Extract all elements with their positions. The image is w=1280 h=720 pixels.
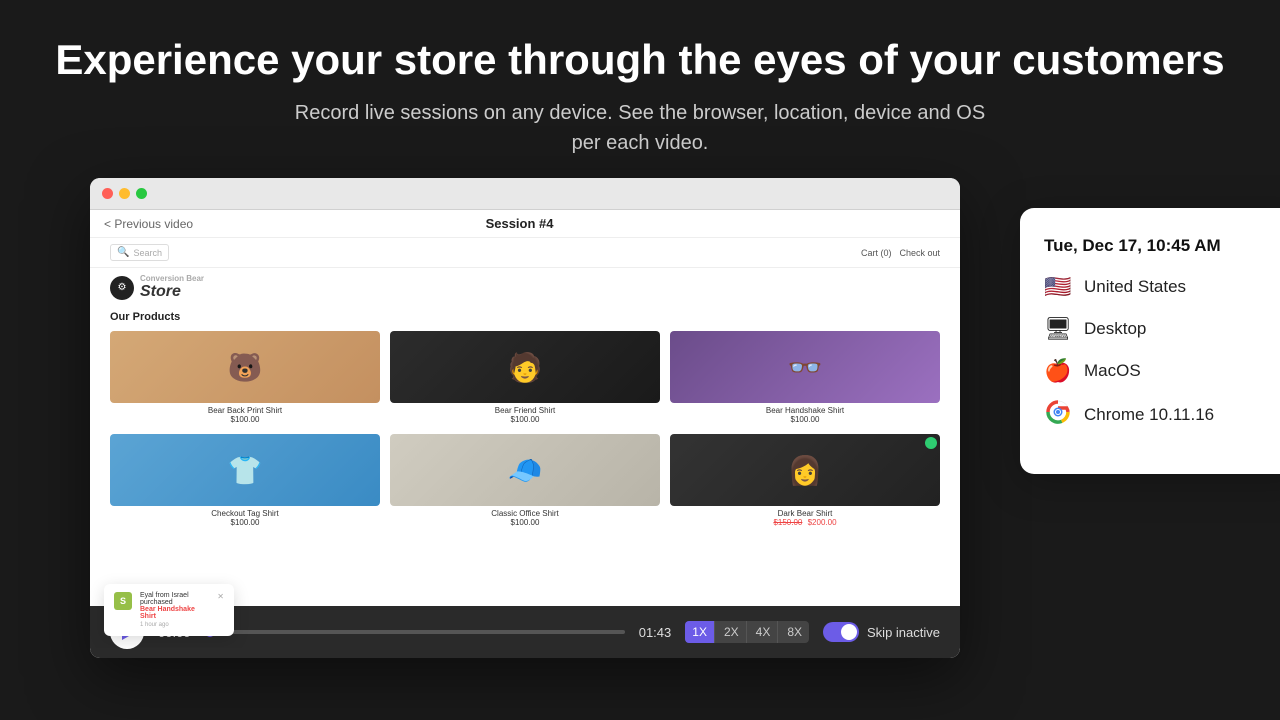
info-row-country: 🇺🇸 United States: [1044, 274, 1280, 300]
product-card[interactable]: 👓 Bear Handshake Shirt $100.00: [670, 331, 940, 424]
product-image-2: 🧑: [390, 331, 660, 403]
info-row-browser: Chrome 10.11.16: [1044, 400, 1280, 430]
hero-section: Experience your store through the eyes o…: [0, 0, 1280, 178]
speed-8x[interactable]: 8X: [780, 621, 809, 643]
product-image-1: 🐻: [110, 331, 380, 403]
toast-main-text: Eyal from Israel purchased: [140, 592, 209, 606]
session-datetime: Tue, Dec 17, 10:45 AM: [1044, 236, 1280, 256]
time-end: 01:43: [639, 625, 672, 640]
toast-product-link[interactable]: Bear Handshake Shirt: [140, 606, 209, 620]
info-row-device: 🖥 Desktop: [1044, 316, 1280, 342]
product-name-3: Bear Handshake Shirt: [670, 406, 940, 415]
hero-subtitle: Record live sessions on any device. See …: [290, 98, 990, 158]
hero-title: Experience your store through the eyes o…: [20, 36, 1260, 84]
info-row-os: 🍎 MacOS: [1044, 358, 1280, 384]
speed-2x[interactable]: 2X: [717, 621, 747, 643]
product-card[interactable]: 👩 Dark Bear Shirt $150.00 $200.00: [670, 434, 940, 527]
store-logo-icon: ⚙: [110, 276, 134, 300]
product-image-6: 👩: [670, 434, 940, 506]
product-card[interactable]: 🧢 Classic Office Shirt $100.00: [390, 434, 660, 527]
product-card[interactable]: 🐻 Bear Back Print Shirt $100.00: [110, 331, 380, 424]
apple-icon: 🍎: [1044, 358, 1072, 384]
shopify-icon: S: [114, 592, 132, 610]
product-price-6: $150.00 $200.00: [670, 518, 940, 527]
sale-badge: [925, 437, 937, 449]
product-price-1: $100.00: [110, 415, 380, 424]
store-header: 🔍 Search Cart (0) Check out: [90, 238, 960, 268]
os-label: MacOS: [1084, 361, 1141, 381]
store-search[interactable]: 🔍 Search: [110, 244, 169, 261]
product-name-2: Bear Friend Shirt: [390, 406, 660, 415]
product-card[interactable]: 👕 Checkout Tag Shirt $100.00: [110, 434, 380, 527]
product-image-4: 👕: [110, 434, 380, 506]
product-price-2: $100.00: [390, 415, 660, 424]
product-image-5: 🧢: [390, 434, 660, 506]
products-heading: Our Products: [110, 311, 940, 323]
product-name-4: Checkout Tag Shirt: [110, 509, 380, 518]
browser-window: < Previous video Session #4 🔍 Search Car…: [90, 178, 960, 658]
device-label: Desktop: [1084, 319, 1146, 339]
country-label: United States: [1084, 277, 1186, 297]
skip-inactive-toggle[interactable]: [823, 622, 859, 642]
product-name-5: Classic Office Shirt: [390, 509, 660, 518]
product-price-4: $100.00: [110, 518, 380, 527]
product-card[interactable]: 🧑 Bear Friend Shirt $100.00: [390, 331, 660, 424]
progress-bar[interactable]: [205, 630, 625, 634]
info-panel: Tue, Dec 17, 10:45 AM 🇺🇸 United States 🖥…: [1020, 208, 1280, 474]
chrome-icon: [1044, 400, 1072, 430]
cart-label[interactable]: Cart (0): [861, 248, 892, 258]
toggle-knob: [841, 624, 857, 640]
toast-close-button[interactable]: ✕: [217, 592, 224, 601]
skip-label: Skip inactive: [867, 625, 940, 640]
store-logo-text: Conversion Bear Store: [140, 274, 204, 301]
speed-controls: 1X 2X 4X 8X: [685, 621, 809, 643]
store-content: 🔍 Search Cart (0) Check out ⚙ Conversion…: [90, 238, 960, 648]
toast-time: 1 hour ago: [140, 622, 209, 628]
flag-icon: 🇺🇸: [1044, 274, 1072, 300]
product-name-1: Bear Back Print Shirt: [110, 406, 380, 415]
skip-inactive-area: Skip inactive: [823, 622, 940, 642]
search-text: Search: [133, 248, 162, 258]
prev-video-link[interactable]: < Previous video: [104, 217, 193, 231]
traffic-light-green[interactable]: [136, 188, 147, 199]
product-price-5: $100.00: [390, 518, 660, 527]
speed-4x[interactable]: 4X: [749, 621, 779, 643]
products-grid: 🐻 Bear Back Print Shirt $100.00 🧑 Bear F…: [110, 331, 940, 527]
store-products-section: Our Products 🐻 Bear Back Print Shirt $10…: [90, 307, 960, 531]
session-title: Session #4: [486, 216, 554, 231]
desktop-icon: 🖥: [1044, 316, 1072, 342]
browser-label: Chrome 10.11.16: [1084, 405, 1214, 425]
traffic-light-red[interactable]: [102, 188, 113, 199]
traffic-light-yellow[interactable]: [119, 188, 130, 199]
checkout-label[interactable]: Check out: [899, 248, 940, 258]
product-price-3: $100.00: [670, 415, 940, 424]
speed-1x[interactable]: 1X: [685, 621, 715, 643]
browser-nav: < Previous video Session #4: [90, 210, 960, 238]
toast-notification: S Eyal from Israel purchased Bear Handsh…: [104, 584, 234, 636]
toast-content: Eyal from Israel purchased Bear Handshak…: [140, 592, 209, 628]
search-icon: 🔍: [117, 247, 129, 258]
product-image-3: 👓: [670, 331, 940, 403]
store-logo-area: ⚙ Conversion Bear Store: [90, 268, 960, 307]
browser-chrome: [90, 178, 960, 210]
product-name-6: Dark Bear Shirt: [670, 509, 940, 518]
store-cart-area: Cart (0) Check out: [861, 248, 940, 258]
